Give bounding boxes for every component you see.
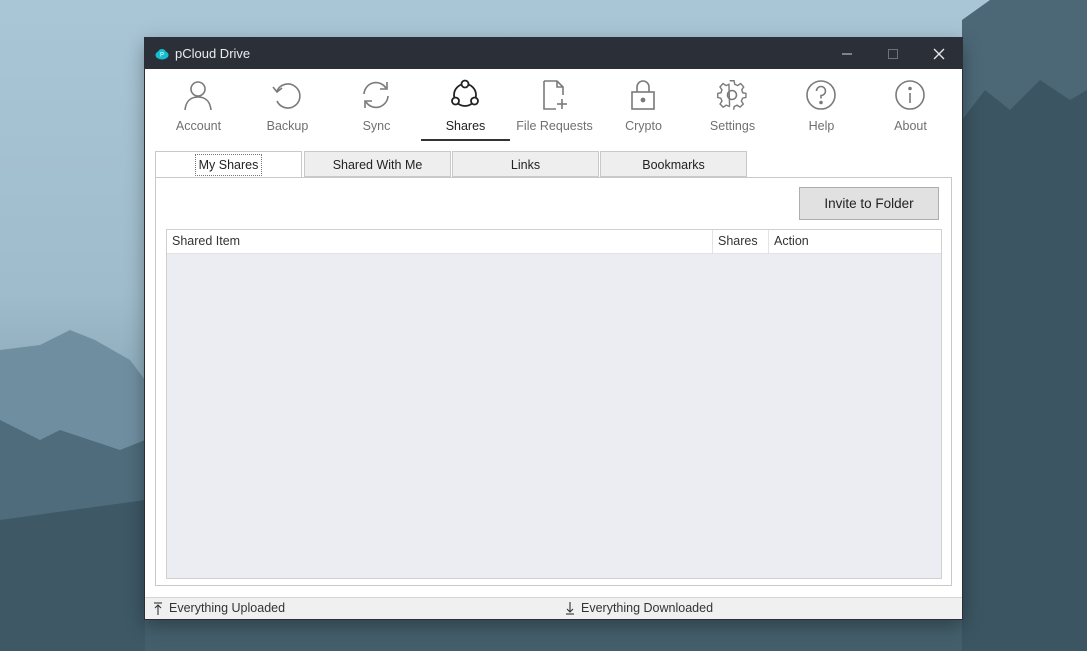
toolbar-label: About <box>894 119 927 133</box>
toolbar-help[interactable]: Help <box>777 69 866 141</box>
tab-label: Bookmarks <box>642 158 705 172</box>
toolbar-label: Backup <box>266 119 309 133</box>
main-toolbar: Account Backup Sync Shares File Requests… <box>145 69 962 142</box>
upload-status: Everything Uploaded <box>153 601 285 615</box>
toolbar-sync[interactable]: Sync <box>332 69 421 141</box>
toolbar-shares[interactable]: Shares <box>421 69 510 141</box>
tab-label: My Shares <box>194 154 263 176</box>
minimize-icon <box>842 53 852 54</box>
share-icon <box>451 79 479 107</box>
toolbar-settings[interactable]: Settings <box>688 69 777 141</box>
user-icon <box>184 81 212 111</box>
toolbar-label: File Requests <box>516 119 593 133</box>
upload-status-text: Everything Uploaded <box>169 601 286 615</box>
backup-icon <box>272 83 301 109</box>
column-header-shares[interactable]: Shares <box>713 230 769 253</box>
lock-icon <box>631 80 655 110</box>
tab-bookmarks[interactable]: Bookmarks <box>600 151 747 177</box>
close-icon <box>933 48 945 59</box>
tab-links[interactable]: Links <box>452 151 599 177</box>
gear-icon <box>717 80 747 110</box>
pcloud-logo-icon: P <box>155 48 169 59</box>
download-status: Everything Downloaded <box>565 601 713 615</box>
toolbar-crypto[interactable]: Crypto <box>599 69 688 141</box>
toolbar-account[interactable]: Account <box>154 69 243 141</box>
invite-to-folder-button[interactable]: Invite to Folder <box>799 187 939 220</box>
toolbar-label: Shares <box>445 119 486 133</box>
status-bar: Everything Uploaded Everything Downloade… <box>145 597 962 619</box>
close-button[interactable] <box>916 38 962 69</box>
toolbar-label: Settings <box>709 119 756 133</box>
help-icon <box>806 80 836 110</box>
upload-arrow-icon <box>154 601 162 615</box>
tab-label: Shared With Me <box>332 158 423 172</box>
tab-my-shares[interactable]: My Shares <box>155 151 302 178</box>
toolbar-label: Account <box>175 119 222 133</box>
file-request-icon <box>543 80 567 110</box>
download-arrow-icon <box>566 601 574 615</box>
app-window: P pCloud Drive Account Backup Sync Share… <box>145 38 962 619</box>
shares-content: My Shares Shared With Me Links Bookmarks… <box>145 141 962 597</box>
svg-text:P: P <box>160 52 164 58</box>
tab-label: Links <box>510 158 541 172</box>
shares-table[interactable]: Shared Item Shares Action <box>166 229 942 579</box>
toolbar-label: Crypto <box>625 119 662 133</box>
toolbar-label: Help <box>808 119 835 133</box>
window-title: pCloud Drive <box>175 46 251 61</box>
tab-shared-with-me[interactable]: Shared With Me <box>304 151 451 177</box>
column-header-action[interactable]: Action <box>769 230 941 253</box>
title-bar: P pCloud Drive <box>145 38 962 69</box>
info-icon <box>895 80 925 110</box>
sync-icon <box>363 81 389 109</box>
minimize-button[interactable] <box>824 38 870 69</box>
download-status-text: Everything Downloaded <box>581 601 714 615</box>
table-header: Shared Item Shares Action <box>167 230 941 254</box>
toolbar-backup[interactable]: Backup <box>243 69 332 141</box>
toolbar-label: Sync <box>362 119 391 133</box>
maximize-button[interactable] <box>870 38 916 69</box>
column-header-shared-item[interactable]: Shared Item <box>167 230 713 253</box>
my-shares-panel: Invite to Folder Shared Item Shares Acti… <box>155 177 952 586</box>
maximize-icon <box>888 48 898 59</box>
toolbar-file-requests[interactable]: File Requests <box>510 69 599 141</box>
toolbar-about[interactable]: About <box>866 69 955 141</box>
